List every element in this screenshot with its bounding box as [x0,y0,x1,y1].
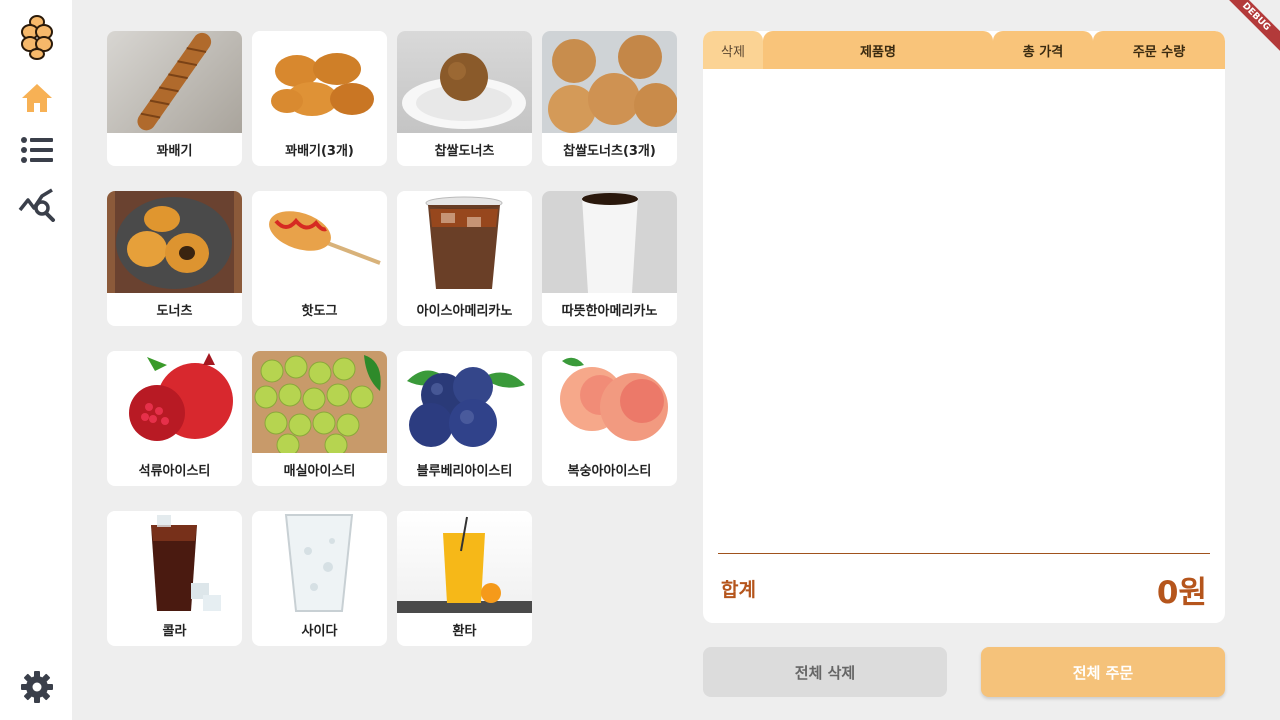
product-card[interactable]: 매실아이스티 [252,351,387,486]
product-card[interactable]: 블루베리아이스티 [397,351,532,486]
total-label: 합계 [721,579,756,601]
product-name: 블루베리아이스티 [416,464,513,479]
clear-all-button[interactable]: 전체 삭제 [703,647,947,697]
product-card[interactable]: 환타 [397,511,532,646]
peaches-image [542,351,677,453]
hot-americano-image [542,191,677,293]
list-icon[interactable] [16,129,58,171]
product-card[interactable]: 핫도그 [252,191,387,326]
delete-column-header: 삭제 [703,31,763,69]
product-name: 석류아이스티 [138,464,211,479]
rice-donut-image [397,31,532,133]
product-card[interactable]: 따뜻한아메리카노 [542,191,677,326]
product-name-column-header: 제품명 [763,31,993,69]
total-price-column-header: 총 가격 [993,31,1093,69]
divider [718,553,1210,554]
product-card[interactable]: 찹쌀도너츠 [397,31,532,166]
product-name: 도너츠 [156,304,193,319]
home-icon[interactable] [16,77,58,119]
product-card[interactable]: 아이스아메리카노 [397,191,532,326]
twisted-donuts-3-image [252,31,387,133]
debug-banner: DEBUG [1215,0,1280,58]
product-name: 콜라 [162,624,187,639]
product-name: 따뜻한아메리카노 [561,304,658,319]
gear-icon[interactable] [16,666,58,708]
iced-americano-image [397,191,532,293]
order-table-header: 삭제 제품명 총 가격 주문 수량 [703,31,1225,69]
fanta-image [397,511,532,613]
product-card[interactable]: 복숭아아이스티 [542,351,677,486]
product-name: 찹쌀도너츠(3개) [563,144,656,159]
quantity-column-header: 주문 수량 [1093,31,1225,69]
product-name: 복숭아아이스티 [567,464,652,479]
total-value: 0원 [1156,575,1207,611]
product-card[interactable]: 꽈배기 [107,31,242,166]
product-name: 매실아이스티 [283,464,356,479]
product-name: 환타 [452,624,477,639]
product-name: 찹쌀도너츠 [434,144,495,159]
product-card[interactable]: 석류아이스티 [107,351,242,486]
green-plums-image [252,351,387,453]
order-all-button[interactable]: 전체 주문 [981,647,1225,697]
bread-logo-icon [16,15,58,60]
product-name: 꽈배기(3개) [285,144,354,159]
corndog-image [252,191,387,293]
product-name: 꽈배기 [156,144,193,159]
sidebar [0,0,72,720]
order-list [703,69,1225,549]
product-card[interactable]: 찹쌀도너츠(3개) [542,31,677,166]
product-grid: 꽈배기 꽈배기(3개) 찹쌀도너츠 찹쌀도너츠(3개) 도너츠 핫도그 아이스아… [107,31,687,651]
blueberries-image [397,351,532,453]
order-panel: 삭제 제품명 총 가격 주문 수량 합계 0원 [703,31,1225,623]
product-card[interactable]: 도너츠 [107,191,242,326]
rice-donuts-3-image [542,31,677,133]
product-name: 핫도그 [301,304,338,319]
cider-image [252,511,387,613]
twisted-donut-image [107,31,242,133]
product-card[interactable]: 꽈배기(3개) [252,31,387,166]
cola-image [107,511,242,613]
product-card[interactable]: 사이다 [252,511,387,646]
product-name: 사이다 [301,624,338,639]
product-card[interactable]: 콜라 [107,511,242,646]
pomegranate-image [107,351,242,453]
analytics-search-icon[interactable] [16,183,58,225]
donuts-image [107,191,242,293]
product-name: 아이스아메리카노 [416,304,513,319]
